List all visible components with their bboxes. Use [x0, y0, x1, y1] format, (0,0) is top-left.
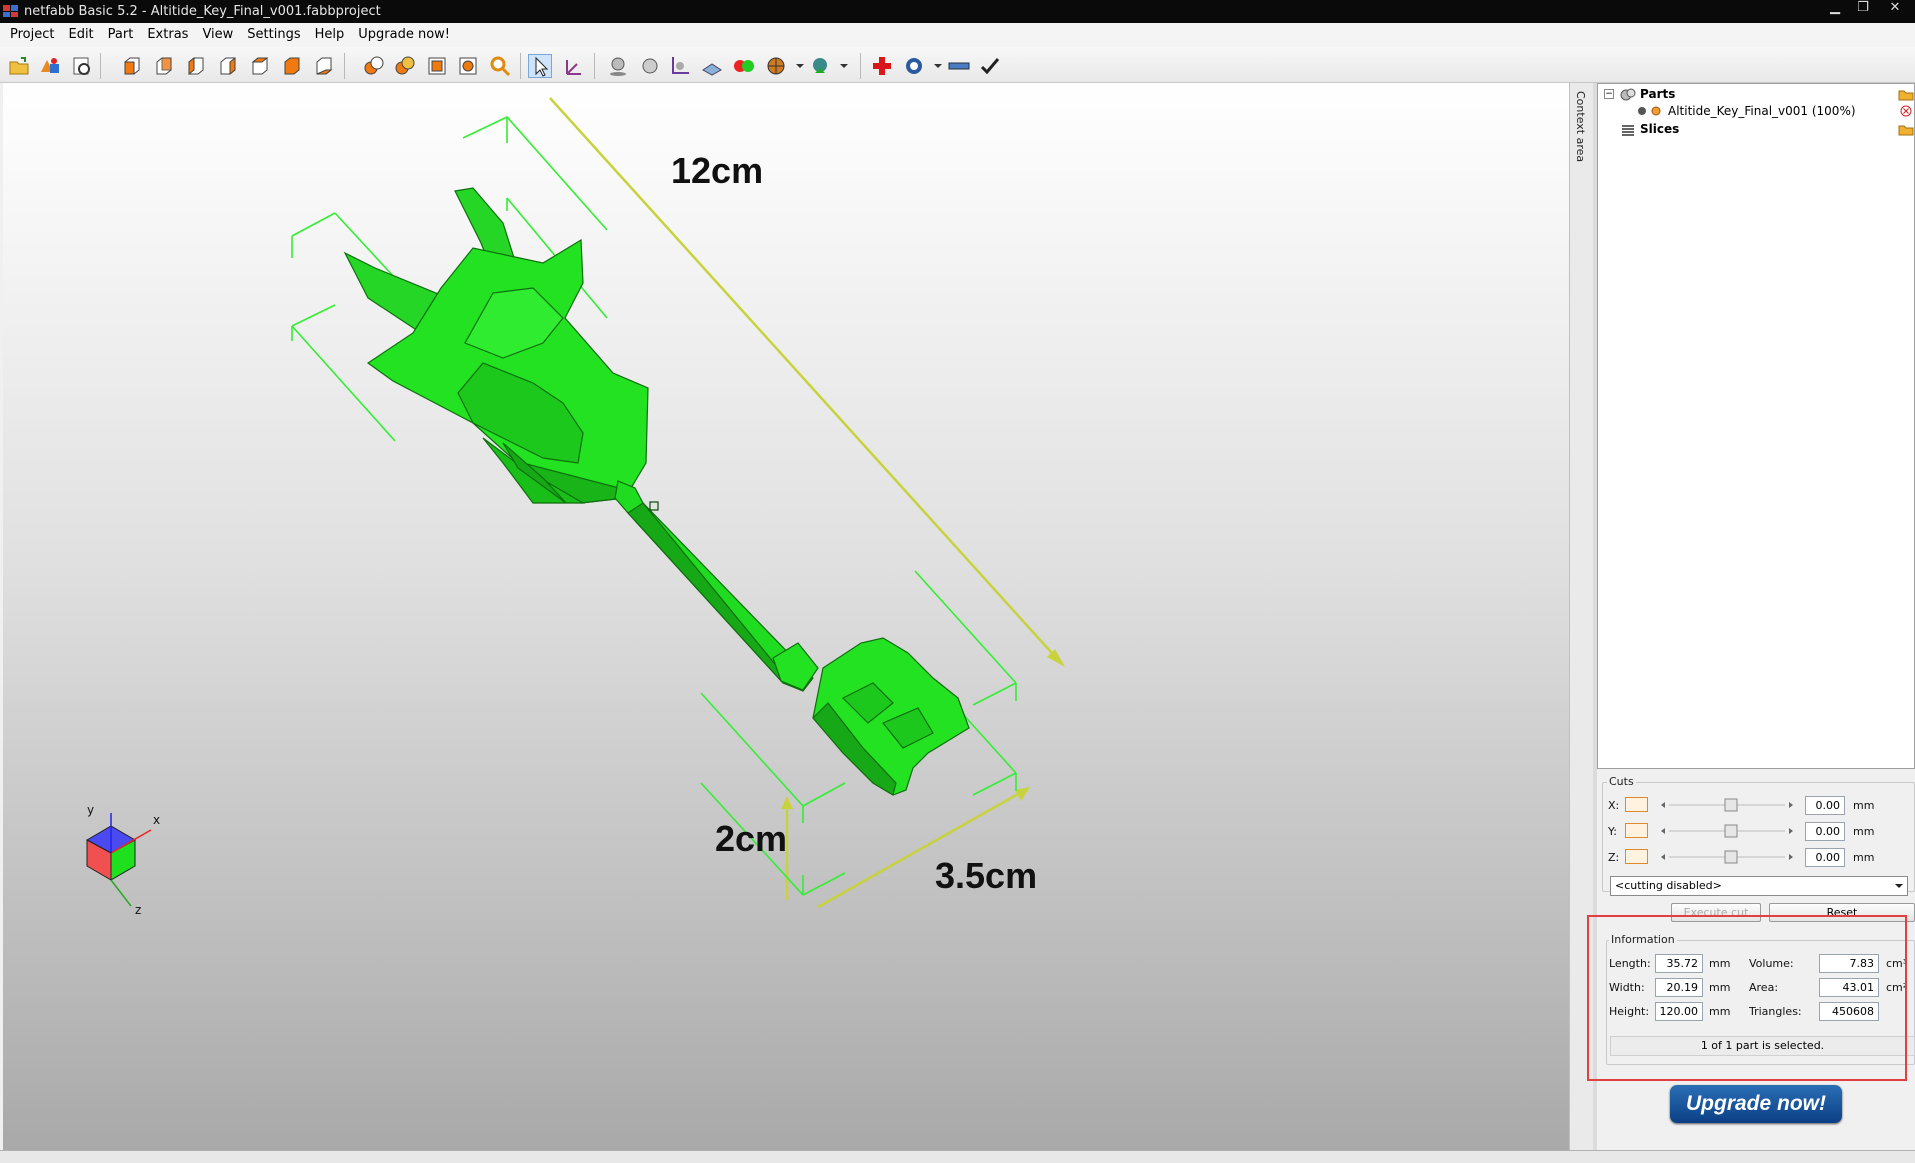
view-iso-icon[interactable] [312, 54, 336, 78]
menu-project[interactable]: Project [3, 23, 61, 47]
menu-settings[interactable]: Settings [240, 23, 307, 47]
close-button[interactable]: ✕ [1882, 0, 1908, 18]
checkmark-icon[interactable] [978, 54, 1002, 78]
menu-part[interactable]: Part [101, 23, 141, 47]
cut-z-unit: mm [1853, 851, 1875, 864]
open-project-icon[interactable] [7, 54, 31, 78]
scene-canvas [85, 97, 1065, 909]
menu-bar: Project Edit Part Extras View Settings Help Upg… [0, 23, 1915, 47]
parts-folder-icon [1620, 88, 1636, 101]
cut-y-slider[interactable] [1657, 824, 1797, 838]
remove-part-icon[interactable] [1900, 105, 1912, 117]
zoom-platform-icon[interactable] [425, 54, 449, 78]
title-bar: netfabb Basic 5.2 - Altitide_Key_Final_v… [0, 0, 1915, 23]
axis-x-label: x [153, 813, 161, 827]
cut-z-color-swatch[interactable] [1625, 849, 1648, 864]
cut-x-unit: mm [1853, 799, 1875, 812]
view-left-icon[interactable] [184, 54, 208, 78]
menu-upgrade[interactable]: Upgrade now! [351, 23, 457, 47]
cut-x-color-swatch[interactable] [1625, 797, 1648, 812]
view-back-icon[interactable] [152, 54, 176, 78]
menu-extras[interactable]: Extras [140, 23, 195, 47]
cut-z-slider[interactable] [1657, 850, 1797, 864]
color-toggle-icon[interactable] [732, 54, 756, 78]
menu-help[interactable]: Help [308, 23, 352, 47]
view-front-icon[interactable] [120, 54, 144, 78]
cutting-mode-value: <cutting disabled> [1615, 879, 1722, 892]
magnifier-icon[interactable] [488, 54, 512, 78]
axis-y-label: y [87, 803, 95, 817]
platform-view-icon[interactable] [700, 54, 724, 78]
tree-parts[interactable]: Parts [1640, 85, 1675, 103]
maximize-button[interactable]: ❐ [1850, 0, 1876, 18]
texture-view-icon[interactable] [764, 54, 788, 78]
menu-view[interactable]: View [195, 23, 240, 47]
measure-axes-icon[interactable] [668, 54, 692, 78]
cut-x-label: X: [1608, 799, 1620, 812]
add-part-folder-icon[interactable] [1898, 87, 1914, 101]
cut-z-label: Z: [1608, 851, 1620, 864]
context-area-label: Context area [1574, 91, 1587, 163]
menu-edit[interactable]: Edit [61, 23, 100, 47]
length-label: 12cm [671, 150, 764, 191]
add-slice-folder-icon[interactable] [1898, 122, 1914, 136]
shading-icon[interactable] [606, 54, 630, 78]
chevron-down-icon-2[interactable] [832, 54, 856, 78]
minimize-button[interactable]: ▁ [1822, 0, 1848, 18]
analysis-icon[interactable] [902, 54, 926, 78]
project-tree: − Parts Altitide_Key_Final_v001 (100%) S… [1597, 83, 1915, 769]
cut-x-slider[interactable] [1657, 798, 1797, 812]
slices-icon [1622, 125, 1634, 136]
netfabb-app-icon [3, 5, 18, 17]
cut-y-color-swatch[interactable] [1625, 823, 1648, 838]
zoom-selection-icon[interactable] [362, 54, 386, 78]
view-bottom-icon[interactable] [280, 54, 304, 78]
cutting-mode-select[interactable]: <cutting disabled> [1610, 876, 1908, 896]
tree-part-item[interactable]: Altitide_Key_Final_v001 (100%) [1668, 102, 1856, 120]
view-right-icon[interactable] [216, 54, 240, 78]
cut-x-input[interactable]: 0.00 [1805, 796, 1845, 815]
filter-view-icon[interactable] [808, 54, 832, 78]
ruler-icon[interactable] [947, 54, 971, 78]
rotate-view-icon[interactable] [562, 54, 586, 78]
cut-y-input[interactable]: 0.00 [1805, 822, 1845, 841]
axis-z-label: z [135, 903, 142, 917]
cut-z-input[interactable]: 0.00 [1805, 848, 1845, 867]
status-bar [0, 1150, 1915, 1163]
collapse-toggle[interactable]: − [1604, 89, 1614, 99]
width-arrowhead [1015, 787, 1030, 801]
view-top-icon[interactable] [248, 54, 272, 78]
chevron-down-icon-select [1895, 884, 1903, 888]
annotation-highlight-box [1587, 915, 1907, 1081]
cuts-title: Cuts [1607, 775, 1636, 788]
part-settings-icon[interactable] [70, 54, 94, 78]
cut-y-unit: mm [1853, 825, 1875, 838]
part-visibility-icon[interactable] [1636, 105, 1648, 117]
height-label: 2cm [715, 818, 788, 859]
select-pointer-icon[interactable] [528, 54, 552, 78]
width-label: 3.5cm [935, 855, 1038, 896]
toolbar [0, 47, 1915, 83]
sphere-view-icon[interactable] [638, 54, 662, 78]
tree-slices[interactable]: Slices [1640, 120, 1679, 138]
add-part-icon[interactable] [38, 54, 62, 78]
part-state-icon[interactable] [1650, 105, 1662, 117]
window-title: netfabb Basic 5.2 - Altitide_Key_Final_v… [24, 4, 381, 19]
orientation-gizmo [85, 813, 152, 907]
height-arrowhead [781, 796, 793, 809]
upgrade-now-button[interactable]: Upgrade now! [1670, 1085, 1842, 1123]
cut-y-label: Y: [1608, 825, 1617, 838]
repair-icon[interactable] [870, 54, 894, 78]
3d-viewport[interactable]: 12cm 2cm 3.5cm y x z [3, 83, 1569, 1150]
key-model [343, 187, 970, 796]
zoom-all-icon[interactable] [393, 54, 417, 78]
zoom-window-icon[interactable] [456, 54, 480, 78]
